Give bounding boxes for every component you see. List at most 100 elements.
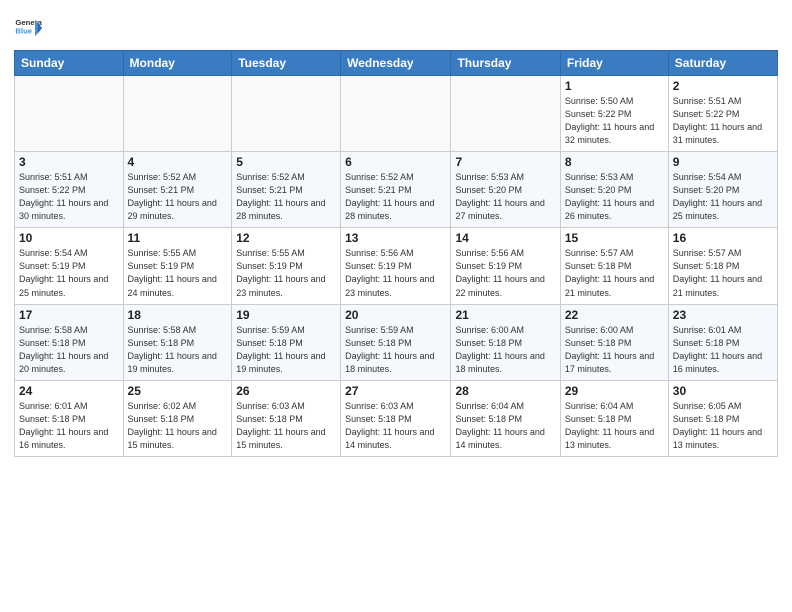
calendar-cell: 7 Sunrise: 5:53 AM Sunset: 5:20 PM Daylig… <box>451 152 560 228</box>
weekday-header: Saturday <box>668 51 777 76</box>
day-info: Sunrise: 5:59 AM Sunset: 5:18 PM Dayligh… <box>236 324 336 376</box>
weekday-header: Wednesday <box>341 51 451 76</box>
day-info: Sunrise: 5:52 AM Sunset: 5:21 PM Dayligh… <box>236 171 336 223</box>
day-number: 29 <box>565 384 664 398</box>
calendar-header-row: SundayMondayTuesdayWednesdayThursdayFrid… <box>15 51 778 76</box>
svg-text:Blue: Blue <box>15 27 32 36</box>
day-info: Sunrise: 5:51 AM Sunset: 5:22 PM Dayligh… <box>19 171 119 223</box>
calendar-cell: 8 Sunrise: 5:53 AM Sunset: 5:20 PM Daylig… <box>560 152 668 228</box>
day-number: 14 <box>455 231 555 245</box>
calendar-cell <box>341 76 451 152</box>
day-info: Sunrise: 5:57 AM Sunset: 5:18 PM Dayligh… <box>673 247 773 299</box>
day-number: 13 <box>345 231 446 245</box>
weekday-header: Monday <box>123 51 232 76</box>
day-info: Sunrise: 5:53 AM Sunset: 5:20 PM Dayligh… <box>455 171 555 223</box>
day-number: 17 <box>19 308 119 322</box>
weekday-header: Friday <box>560 51 668 76</box>
day-number: 21 <box>455 308 555 322</box>
calendar-week-row: 3 Sunrise: 5:51 AM Sunset: 5:22 PM Daylig… <box>15 152 778 228</box>
calendar-cell: 2Sunrise: 5:51 AM Sunset: 5:22 PM Daylig… <box>668 76 777 152</box>
weekday-header: Thursday <box>451 51 560 76</box>
day-info: Sunrise: 5:55 AM Sunset: 5:19 PM Dayligh… <box>128 247 228 299</box>
day-number: 11 <box>128 231 228 245</box>
day-number: 16 <box>673 231 773 245</box>
page: General Blue SundayMondayTuesdayWednesda… <box>0 0 792 612</box>
calendar-cell: 29Sunrise: 6:04 AM Sunset: 5:18 PM Dayli… <box>560 380 668 456</box>
calendar-cell: 13 Sunrise: 5:56 AM Sunset: 5:19 PM Dayli… <box>341 228 451 304</box>
day-info: Sunrise: 5:55 AM Sunset: 5:19 PM Dayligh… <box>236 247 336 299</box>
header: General Blue <box>14 10 778 42</box>
calendar-cell: 20 Sunrise: 5:59 AM Sunset: 5:18 PM Dayli… <box>341 304 451 380</box>
day-info: Sunrise: 6:04 AM Sunset: 5:18 PM Dayligh… <box>455 400 555 452</box>
day-number: 10 <box>19 231 119 245</box>
calendar-cell: 5 Sunrise: 5:52 AM Sunset: 5:21 PM Daylig… <box>232 152 341 228</box>
calendar-week-row: 24 Sunrise: 6:01 AM Sunset: 5:18 PM Dayli… <box>15 380 778 456</box>
calendar-cell: 21 Sunrise: 6:00 AM Sunset: 5:18 PM Dayli… <box>451 304 560 380</box>
day-info: Sunrise: 5:56 AM Sunset: 5:19 PM Dayligh… <box>345 247 446 299</box>
calendar-cell: 11 Sunrise: 5:55 AM Sunset: 5:19 PM Dayli… <box>123 228 232 304</box>
day-number: 26 <box>236 384 336 398</box>
day-number: 20 <box>345 308 446 322</box>
day-info: Sunrise: 6:01 AM Sunset: 5:18 PM Dayligh… <box>19 400 119 452</box>
day-number: 24 <box>19 384 119 398</box>
calendar-cell: 12 Sunrise: 5:55 AM Sunset: 5:19 PM Dayli… <box>232 228 341 304</box>
logo-area: General Blue <box>14 10 46 42</box>
day-number: 23 <box>673 308 773 322</box>
day-number: 27 <box>345 384 446 398</box>
day-number: 3 <box>19 155 119 169</box>
day-info: Sunrise: 5:57 AM Sunset: 5:18 PM Dayligh… <box>565 247 664 299</box>
calendar-cell: 6Sunrise: 5:52 AM Sunset: 5:21 PM Daylig… <box>341 152 451 228</box>
calendar-cell <box>15 76 124 152</box>
calendar-week-row: 10 Sunrise: 5:54 AM Sunset: 5:19 PM Dayli… <box>15 228 778 304</box>
day-info: Sunrise: 5:58 AM Sunset: 5:18 PM Dayligh… <box>128 324 228 376</box>
day-info: Sunrise: 5:58 AM Sunset: 5:18 PM Dayligh… <box>19 324 119 376</box>
weekday-header: Sunday <box>15 51 124 76</box>
day-info: Sunrise: 5:53 AM Sunset: 5:20 PM Dayligh… <box>565 171 664 223</box>
day-number: 30 <box>673 384 773 398</box>
calendar-week-row: 17 Sunrise: 5:58 AM Sunset: 5:18 PM Dayli… <box>15 304 778 380</box>
day-info: Sunrise: 6:01 AM Sunset: 5:18 PM Dayligh… <box>673 324 773 376</box>
calendar-cell: 26 Sunrise: 6:03 AM Sunset: 5:18 PM Dayli… <box>232 380 341 456</box>
calendar-cell: 24 Sunrise: 6:01 AM Sunset: 5:18 PM Dayli… <box>15 380 124 456</box>
day-info: Sunrise: 5:50 AM Sunset: 5:22 PM Dayligh… <box>565 95 664 147</box>
day-info: Sunrise: 6:02 AM Sunset: 5:18 PM Dayligh… <box>128 400 228 452</box>
day-info: Sunrise: 6:03 AM Sunset: 5:18 PM Dayligh… <box>236 400 336 452</box>
day-number: 22 <box>565 308 664 322</box>
day-number: 28 <box>455 384 555 398</box>
calendar-cell: 9 Sunrise: 5:54 AM Sunset: 5:20 PM Daylig… <box>668 152 777 228</box>
day-number: 4 <box>128 155 228 169</box>
calendar-cell: 17 Sunrise: 5:58 AM Sunset: 5:18 PM Dayli… <box>15 304 124 380</box>
calendar-cell: 23 Sunrise: 6:01 AM Sunset: 5:18 PM Dayli… <box>668 304 777 380</box>
calendar: SundayMondayTuesdayWednesdayThursdayFrid… <box>14 50 778 457</box>
day-info: Sunrise: 5:54 AM Sunset: 5:20 PM Dayligh… <box>673 171 773 223</box>
calendar-cell: 15Sunrise: 5:57 AM Sunset: 5:18 PM Dayli… <box>560 228 668 304</box>
calendar-cell <box>232 76 341 152</box>
day-number: 9 <box>673 155 773 169</box>
day-info: Sunrise: 6:00 AM Sunset: 5:18 PM Dayligh… <box>455 324 555 376</box>
day-info: Sunrise: 5:54 AM Sunset: 5:19 PM Dayligh… <box>19 247 119 299</box>
day-number: 19 <box>236 308 336 322</box>
calendar-cell: 25 Sunrise: 6:02 AM Sunset: 5:18 PM Dayli… <box>123 380 232 456</box>
calendar-cell: 30Sunrise: 6:05 AM Sunset: 5:18 PM Dayli… <box>668 380 777 456</box>
day-info: Sunrise: 6:00 AM Sunset: 5:18 PM Dayligh… <box>565 324 664 376</box>
day-number: 12 <box>236 231 336 245</box>
day-number: 5 <box>236 155 336 169</box>
day-number: 25 <box>128 384 228 398</box>
calendar-cell: 3 Sunrise: 5:51 AM Sunset: 5:22 PM Daylig… <box>15 152 124 228</box>
calendar-cell: 10 Sunrise: 5:54 AM Sunset: 5:19 PM Dayli… <box>15 228 124 304</box>
day-info: Sunrise: 5:59 AM Sunset: 5:18 PM Dayligh… <box>345 324 446 376</box>
day-number: 6 <box>345 155 446 169</box>
day-number: 7 <box>455 155 555 169</box>
calendar-cell: 19 Sunrise: 5:59 AM Sunset: 5:18 PM Dayli… <box>232 304 341 380</box>
day-number: 18 <box>128 308 228 322</box>
day-info: Sunrise: 5:52 AM Sunset: 5:21 PM Dayligh… <box>128 171 228 223</box>
calendar-cell <box>123 76 232 152</box>
day-number: 2 <box>673 79 773 93</box>
day-info: Sunrise: 5:56 AM Sunset: 5:19 PM Dayligh… <box>455 247 555 299</box>
calendar-cell: 1Sunrise: 5:50 AM Sunset: 5:22 PM Daylig… <box>560 76 668 152</box>
calendar-cell: 14 Sunrise: 5:56 AM Sunset: 5:19 PM Dayli… <box>451 228 560 304</box>
calendar-cell <box>451 76 560 152</box>
weekday-header: Tuesday <box>232 51 341 76</box>
calendar-week-row: 1Sunrise: 5:50 AM Sunset: 5:22 PM Daylig… <box>15 76 778 152</box>
day-number: 8 <box>565 155 664 169</box>
